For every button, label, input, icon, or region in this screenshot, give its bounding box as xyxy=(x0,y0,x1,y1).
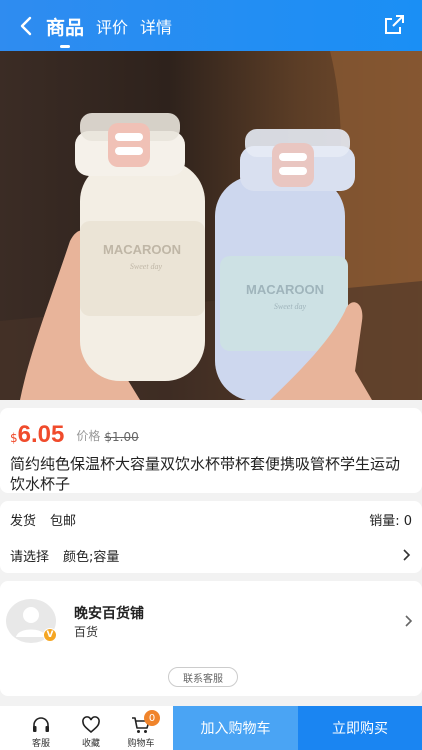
contact-service-button[interactable]: 联系客服 xyxy=(168,667,238,687)
chevron-right-icon[interactable] xyxy=(402,614,414,628)
shop-name[interactable]: 晚安百货铺 xyxy=(74,603,144,623)
back-button[interactable] xyxy=(6,0,46,51)
favorite-button[interactable]: 收藏 xyxy=(66,706,116,750)
price-section: $ 6.05 价格 $1.00 简约纯色保温杯大容量双饮水杯带杯套便携吸管杯学生… xyxy=(0,408,422,493)
right-cup-label: MACAROON xyxy=(246,282,324,297)
customer-service-button[interactable]: 客服 xyxy=(16,706,66,750)
add-to-cart-button[interactable]: 加入购物车 xyxy=(173,706,298,750)
tab-bar: 商品 评价 详情 xyxy=(46,0,184,51)
share-icon xyxy=(385,15,404,34)
tab-reviews[interactable]: 评价 xyxy=(96,17,128,39)
cart-label: 购物车 xyxy=(127,739,155,749)
original-price: $1.00 xyxy=(104,430,139,444)
product-photo: MACAROON Sweet day MACAROON Sweet day xyxy=(0,51,422,400)
cart-button[interactable]: 购物车 0 xyxy=(116,706,166,750)
bottom-action-bar: 客服 收藏 购物车 0 加入购物车 立即购买 xyxy=(0,706,422,750)
service-label: 客服 xyxy=(31,739,50,749)
verified-badge: V xyxy=(43,628,57,642)
shop-category: 百货 xyxy=(74,625,99,639)
select-label: 请选择 xyxy=(10,549,50,565)
original-price-label: 价格 xyxy=(76,429,101,443)
tab-product[interactable]: 商品 xyxy=(46,17,84,48)
left-cup-label: MACAROON xyxy=(103,242,181,257)
top-nav-bar: 商品 评价 详情 xyxy=(0,0,422,51)
product-price: 6.05 xyxy=(17,421,65,448)
shipping-value: 包邮 xyxy=(50,513,77,529)
currency-symbol: $ xyxy=(10,431,18,445)
headset-icon xyxy=(33,717,49,732)
product-image[interactable]: MACAROON Sweet day MACAROON Sweet day xyxy=(0,51,422,400)
product-title: 简约纯色保温杯大容量双饮水杯带杯套便携吸管杯学生运动饮水杯子 xyxy=(10,455,401,493)
buy-now-button[interactable]: 立即购买 xyxy=(298,706,422,750)
shipping-label: 发货 xyxy=(10,513,37,529)
heart-icon xyxy=(82,716,100,734)
spec-select-row[interactable]: 请选择 颜色;容量 xyxy=(10,537,412,573)
chevron-right-icon xyxy=(403,549,411,561)
cart-count-badge: 0 xyxy=(144,710,160,726)
shipping-section: 发货 包邮 销量: 0 请选择 颜色;容量 xyxy=(0,501,422,573)
back-arrow-icon xyxy=(20,16,32,35)
shipping-row: 发货 包邮 销量: 0 xyxy=(10,501,412,537)
favorite-label: 收藏 xyxy=(81,739,100,749)
select-value: 颜色;容量 xyxy=(63,549,120,565)
sales-count: 销量: 0 xyxy=(369,513,412,529)
right-cup-sub: Sweet day xyxy=(274,302,307,311)
left-cup-sub: Sweet day xyxy=(130,262,163,271)
tab-details[interactable]: 详情 xyxy=(140,17,172,39)
shop-section: V 晚安百货铺 百货 联系客服 xyxy=(0,581,422,696)
share-button[interactable] xyxy=(382,13,406,37)
